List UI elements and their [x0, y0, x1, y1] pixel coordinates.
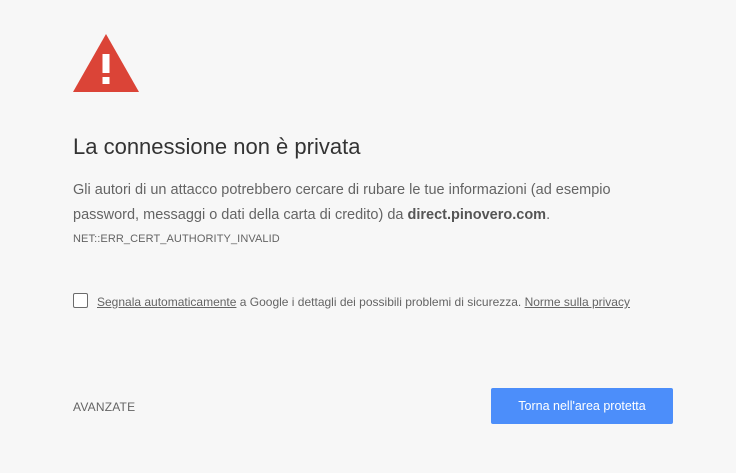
description-end: .	[546, 207, 551, 223]
page-title: La connessione non è privata	[73, 134, 361, 159]
interstitial-page: La connessione non è privata Gli autori …	[0, 0, 736, 473]
back-to-safety-button[interactable]: Torna nell'area protetta	[491, 388, 673, 424]
warning-triangle-icon	[73, 34, 139, 92]
error-description: Gli autori di un attacco potrebbero cerc…	[73, 178, 673, 228]
privacy-policy-link[interactable]: Norme sulla privacy	[525, 295, 630, 309]
report-description: a Google i dettagli dei possibili proble…	[236, 295, 525, 309]
advanced-button[interactable]: AVANZATE	[73, 400, 135, 414]
report-checkbox[interactable]	[73, 293, 88, 308]
auto-report-link[interactable]: Segnala automaticamente	[97, 295, 236, 309]
report-text: Segnala automaticamente a Google i detta…	[97, 290, 657, 314]
domain-name: direct.pinovero.com	[407, 207, 547, 223]
error-code: NET::ERR_CERT_AUTHORITY_INVALID	[73, 233, 280, 245]
